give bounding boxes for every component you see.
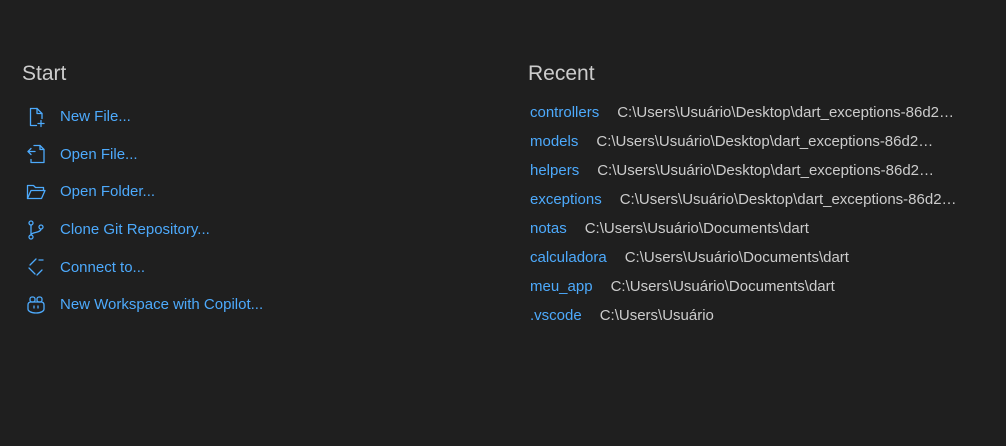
new-workspace-copilot-label: New Workspace with Copilot... (60, 296, 264, 314)
recent-item-path: C:\Users\Usuário (599, 307, 714, 324)
new-workspace-copilot-link[interactable]: New Workspace with Copilot... (22, 286, 492, 324)
recent-item-notas: notas C:\Users\Usuário\Documents\dart (530, 214, 988, 243)
recent-item-name[interactable]: controllers (530, 104, 599, 121)
recent-item-name[interactable]: meu_app (530, 278, 593, 295)
new-file-icon (24, 105, 48, 129)
open-file-link[interactable]: Open File... (22, 136, 492, 174)
connect-to-label: Connect to... (60, 258, 146, 276)
git-branch-icon (24, 218, 48, 242)
recent-item-path: C:\Users\Usuário\Desktop\dart_exceptions… (617, 104, 957, 121)
recent-item-name[interactable]: models (530, 133, 578, 150)
open-folder-icon (24, 180, 48, 204)
recent-item-name[interactable]: .vscode (530, 307, 582, 324)
remote-icon (24, 255, 48, 279)
recent-item-path: C:\Users\Usuário\Documents\dart (624, 249, 849, 266)
recent-item-exceptions: exceptions C:\Users\Usuário\Desktop\dart… (530, 185, 988, 214)
recent-item-name[interactable]: helpers (530, 162, 579, 179)
recent-item-meu-app: meu_app C:\Users\Usuário\Documents\dart (530, 272, 988, 301)
recent-item-name[interactable]: notas (530, 220, 567, 237)
open-folder-link[interactable]: Open Folder... (22, 173, 492, 211)
open-file-label: Open File... (60, 145, 138, 163)
recent-section: Recent controllers C:\Users\Usuário\Desk… (528, 60, 988, 330)
open-file-icon (24, 142, 48, 166)
copilot-icon (24, 293, 48, 317)
recent-item-path: C:\Users\Usuário\Desktop\dart_exceptions… (597, 162, 937, 179)
clone-git-repository-label: Clone Git Repository... (60, 221, 210, 239)
new-file-link[interactable]: New File... (22, 98, 492, 136)
recent-item-controllers: controllers C:\Users\Usuário\Desktop\dar… (530, 98, 988, 127)
welcome-page: Start New File... Open File... Open Fold… (0, 0, 1006, 446)
recent-item-path: C:\Users\Usuário\Desktop\dart_exceptions… (619, 191, 960, 208)
recent-item-helpers: helpers C:\Users\Usuário\Desktop\dart_ex… (530, 156, 988, 185)
recent-item-vscode: .vscode C:\Users\Usuário (530, 301, 988, 330)
recent-item-models: models C:\Users\Usuário\Desktop\dart_exc… (530, 127, 988, 156)
recent-item-name[interactable]: exceptions (530, 191, 602, 208)
start-heading: Start (22, 62, 67, 85)
recent-item-calculadora: calculadora C:\Users\Usuário\Documents\d… (530, 243, 988, 272)
recent-heading: Recent (528, 62, 595, 85)
start-section: Start New File... Open File... Open Fold… (22, 60, 492, 324)
new-file-label: New File... (60, 108, 131, 126)
recent-list: controllers C:\Users\Usuário\Desktop\dar… (530, 98, 988, 330)
recent-item-path: C:\Users\Usuário\Desktop\dart_exceptions… (596, 133, 936, 150)
open-folder-label: Open Folder... (60, 183, 156, 201)
start-list: New File... Open File... Open Folder... … (22, 98, 492, 324)
recent-item-path: C:\Users\Usuário\Documents\dart (610, 278, 835, 295)
recent-item-path: C:\Users\Usuário\Documents\dart (584, 220, 809, 237)
clone-git-repository-link[interactable]: Clone Git Repository... (22, 211, 492, 249)
connect-to-link[interactable]: Connect to... (22, 248, 492, 286)
recent-item-name[interactable]: calculadora (530, 249, 607, 266)
